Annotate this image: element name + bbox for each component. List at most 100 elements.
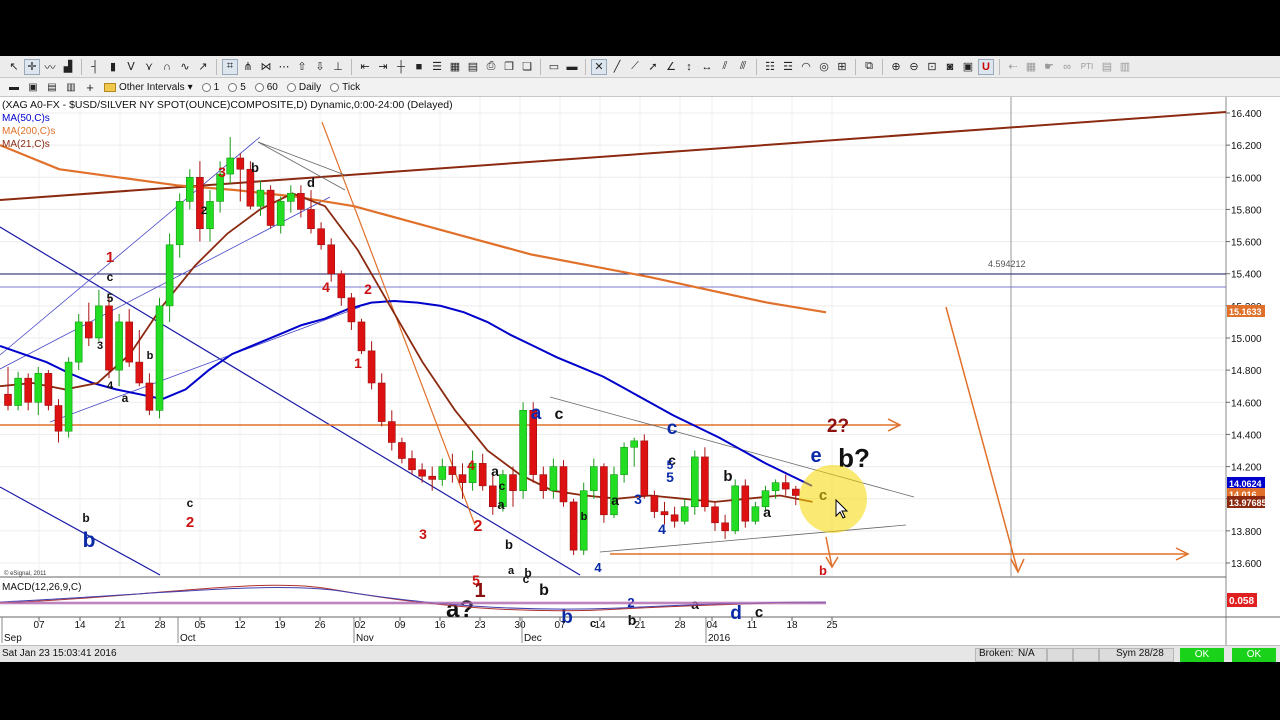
chart-area[interactable]: 3bd1c52421accc5beb?2?cab2bc2435a?1bbc52b…: [0, 97, 1280, 662]
camera-icon[interactable]: ◙: [942, 59, 958, 75]
candle-body: [509, 474, 517, 491]
page-icon[interactable]: ▤: [465, 59, 481, 75]
cursor-highlight: [799, 465, 867, 533]
fib-circle-icon[interactable]: ◎: [816, 59, 832, 75]
vertical-line-icon[interactable]: ┼: [393, 59, 409, 75]
interval-option-5[interactable]: 5: [225, 82, 249, 93]
link-icon[interactable]: ∞: [1059, 59, 1075, 75]
interval-option-1[interactable]: 1: [199, 82, 223, 93]
wave-icon[interactable]: ∿: [177, 59, 193, 75]
rectangle-icon[interactable]: ■: [411, 59, 427, 75]
wave-label: b: [83, 529, 96, 552]
wave-label: a?: [446, 596, 474, 623]
candle-body: [44, 373, 53, 406]
interval-option-label: Tick: [342, 81, 361, 93]
ray-icon[interactable]: ⟋: [627, 59, 643, 75]
wave-label: d: [307, 175, 315, 190]
zoom-in-icon[interactable]: ⊕: [888, 59, 904, 75]
zoom-out-icon[interactable]: ⊖: [906, 59, 922, 75]
candle-body: [448, 466, 457, 475]
candle-body: [387, 421, 396, 443]
price-tag-label: 14.0624: [1229, 479, 1262, 489]
channel-icon[interactable]: ⫽: [717, 59, 733, 75]
print-icon[interactable]: ⎙: [483, 59, 499, 75]
add-icon[interactable]: +: [82, 79, 98, 95]
candle-body: [24, 377, 33, 403]
copy-icon[interactable]: ❐: [501, 59, 517, 75]
line-chart-icon[interactable]: 〰: [42, 59, 58, 75]
grid-more-icon[interactable]: ▥: [1117, 59, 1133, 75]
hand-icon[interactable]: ☛: [1041, 59, 1057, 75]
arrow-down-icon[interactable]: ⇩: [312, 59, 328, 75]
layout-icon[interactable]: ▭: [546, 59, 562, 75]
clipboard-icon[interactable]: ▣: [960, 59, 976, 75]
list-icon[interactable]: ☰: [429, 59, 445, 75]
interval-option-daily[interactable]: Daily: [284, 82, 324, 93]
interval-toolbar: ▬ ▣ ▤ ▥ + Other Intervals ▾ 1 5 60 Daily…: [0, 78, 1280, 97]
wave-label: 2: [186, 514, 194, 531]
parallel-icon[interactable]: ⫻: [735, 59, 751, 75]
time-tick-label: 07: [554, 620, 566, 631]
scroll-left-icon[interactable]: ⇤: [357, 59, 373, 75]
properties-icon[interactable]: ▤: [44, 79, 60, 95]
bar-chart-icon[interactable]: ▟: [60, 59, 76, 75]
fork-icon[interactable]: Ⅴ: [123, 59, 139, 75]
grid-alt-icon[interactable]: ▤: [1099, 59, 1115, 75]
duplicate-icon[interactable]: ⧉: [861, 59, 877, 75]
horiz-ray-icon[interactable]: ↔: [699, 59, 715, 75]
fib-icon[interactable]: ⌗: [222, 58, 238, 75]
time-tick-label: 19: [274, 620, 286, 631]
candle-icon[interactable]: ▮: [105, 59, 121, 75]
letterbox-bottom: [0, 662, 1280, 720]
wave-label: b: [251, 160, 259, 175]
candle-body: [438, 466, 447, 480]
save-icon[interactable]: ▣: [25, 79, 41, 95]
magnet-icon[interactable]: ∩: [159, 59, 175, 75]
grid-icon[interactable]: ▦: [447, 59, 463, 75]
layout-alt-icon[interactable]: ▬: [564, 59, 580, 75]
price-tick-label: 13.600: [1231, 559, 1262, 570]
close-draw-icon[interactable]: ✕: [591, 58, 607, 75]
candle-body: [660, 511, 669, 516]
status-ok-1[interactable]: OK: [1180, 648, 1224, 662]
fib-retrace-icon[interactable]: ☷: [762, 59, 778, 75]
cursor-icon[interactable]: ↖: [6, 59, 22, 75]
scroll-right-icon[interactable]: ⇥: [375, 59, 391, 75]
arrow-icon[interactable]: ↗: [195, 59, 211, 75]
back-icon[interactable]: ⇠: [1005, 59, 1021, 75]
toolbar-divider: [81, 58, 82, 75]
fib-ext-icon[interactable]: ☲: [780, 59, 796, 75]
fib-time-icon[interactable]: ⊞: [834, 59, 850, 75]
fork-alt-icon[interactable]: ⋎: [141, 59, 157, 75]
underline-u-icon[interactable]: U: [978, 58, 994, 75]
candle-body: [256, 189, 265, 207]
table-icon[interactable]: ▦: [1023, 59, 1039, 75]
interval-dropdown[interactable]: Other Intervals ▾: [101, 82, 196, 93]
candle-body: [418, 469, 426, 477]
new-chart-icon[interactable]: ▥: [63, 79, 79, 95]
price-chart[interactable]: 3bd1c52421accc5beb?2?cab2bc2435a?1bbc52b…: [0, 97, 1280, 645]
zoom-box-icon[interactable]: ⊡: [924, 59, 940, 75]
cycle-icon[interactable]: ⋯: [276, 59, 292, 75]
gann-icon[interactable]: ⋈: [258, 59, 274, 75]
interval-option-label: 60: [266, 81, 278, 93]
crosshair-cursor-icon[interactable]: ✛: [24, 58, 40, 75]
candle-body: [630, 440, 639, 448]
arrow-up-icon[interactable]: ⇧: [294, 59, 310, 75]
arrow-line-icon[interactable]: ➚: [645, 59, 661, 75]
anchor-icon[interactable]: ⊥: [330, 59, 346, 75]
candle-body: [85, 321, 93, 339]
ohlc-icon[interactable]: ┤: [87, 59, 103, 75]
trendline-icon[interactable]: ╱: [609, 59, 625, 75]
pitchfork-icon[interactable]: ⋔: [240, 59, 256, 75]
paste-icon[interactable]: ❏: [519, 59, 535, 75]
interval-option-tick[interactable]: Tick: [327, 82, 363, 93]
vert-ray-icon[interactable]: ↕: [681, 59, 697, 75]
layout-icon[interactable]: ▬: [6, 79, 22, 95]
pti-icon[interactable]: PTI: [1077, 59, 1097, 75]
fib-arc-icon[interactable]: ◠: [798, 59, 814, 75]
status-ok-2[interactable]: OK: [1232, 648, 1276, 662]
candle-body: [64, 361, 73, 432]
angle-icon[interactable]: ∠: [663, 59, 679, 75]
interval-option-60[interactable]: 60: [252, 82, 281, 93]
